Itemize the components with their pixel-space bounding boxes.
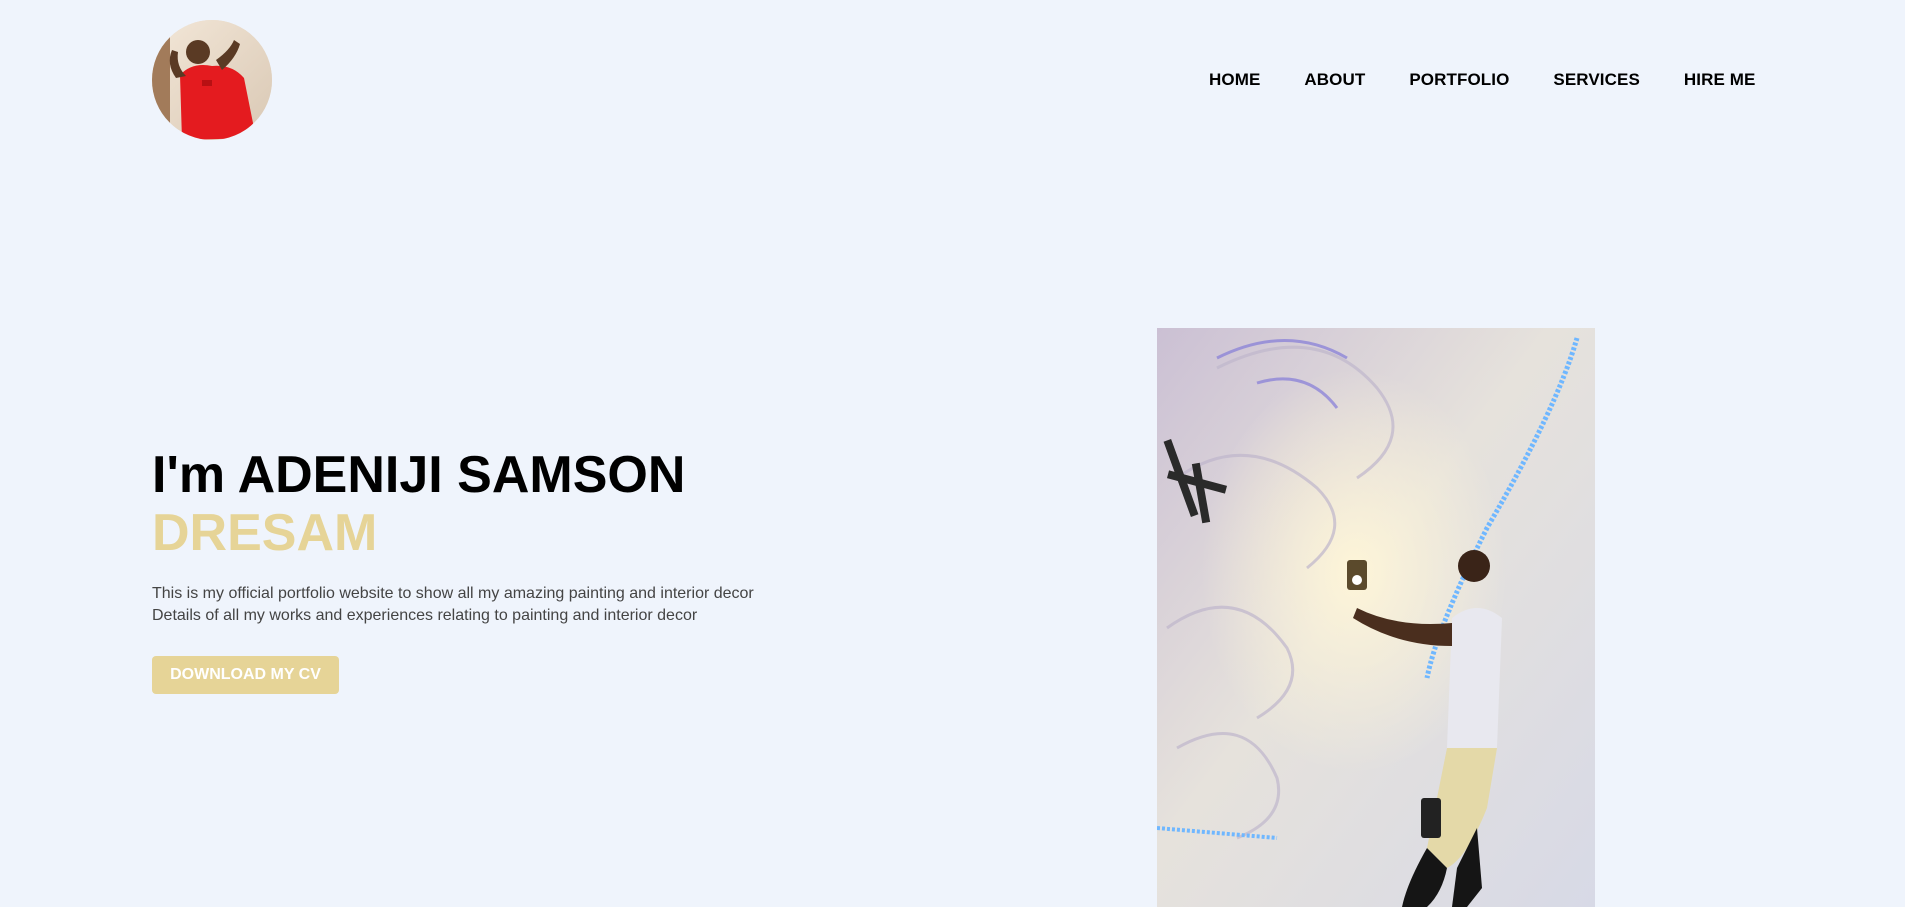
- nav-hire-me[interactable]: HIRE ME: [1684, 70, 1756, 90]
- hero-image: [1157, 328, 1595, 907]
- hero-description: This is my official portfolio website to…: [152, 583, 852, 627]
- hero-description-line: Details of all my works and experiences …: [152, 607, 698, 624]
- interior-photo-icon: [1157, 328, 1595, 907]
- hero-accent-name: DRESAM: [152, 504, 378, 562]
- main-nav: HOME ABOUT PORTFOLIO SERVICES HIRE ME: [1209, 70, 1755, 90]
- portfolio-page: HOME ABOUT PORTFOLIO SERVICES HIRE ME I'…: [0, 0, 1905, 907]
- avatar[interactable]: [152, 20, 272, 140]
- nav-portfolio[interactable]: PORTFOLIO: [1409, 70, 1509, 90]
- profile-photo-icon: [152, 20, 272, 140]
- hero-description-line: This is my official portfolio website to…: [152, 585, 754, 602]
- nav-home[interactable]: HOME: [1209, 70, 1260, 90]
- nav-services[interactable]: SERVICES: [1553, 70, 1639, 90]
- hero-title: I'm ADENIJI SAMSON: [152, 446, 686, 504]
- nav-about[interactable]: ABOUT: [1304, 70, 1365, 90]
- download-cv-button[interactable]: DOWNLOAD MY CV: [152, 656, 339, 694]
